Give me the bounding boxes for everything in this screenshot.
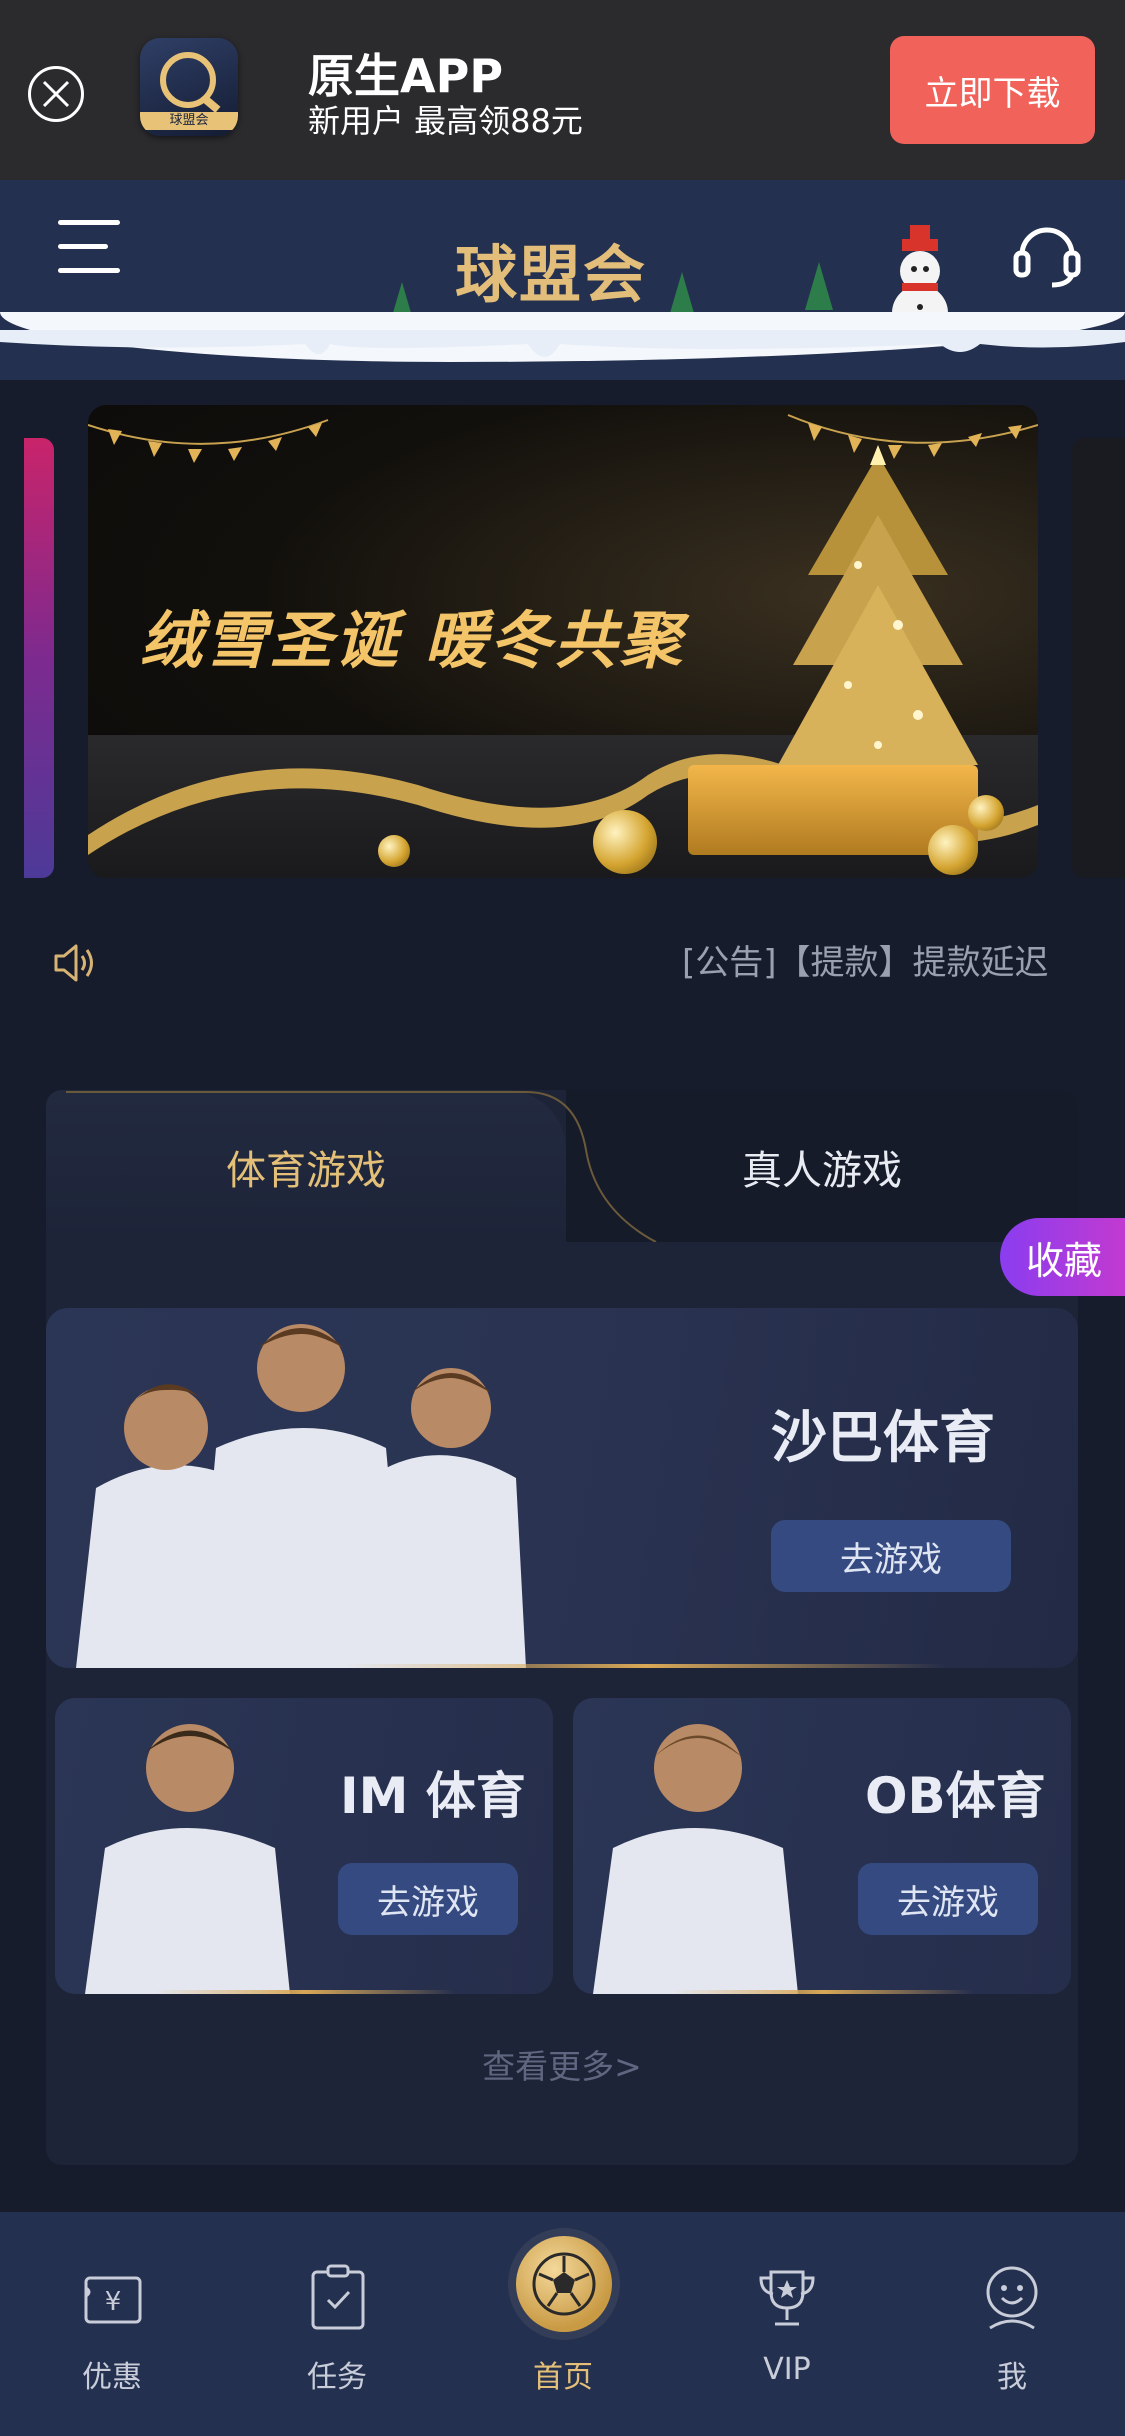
game-tabs: 体育游戏 真人游戏 bbox=[46, 1090, 1078, 1242]
tree-decoration-icon bbox=[805, 262, 833, 310]
play-button[interactable]: 去游戏 bbox=[338, 1863, 518, 1935]
player-image bbox=[593, 1724, 798, 1994]
coupon-icon: ¥ bbox=[84, 2276, 142, 2324]
clipboard-icon bbox=[311, 2264, 365, 2330]
nav-label: 任务 bbox=[307, 2360, 367, 2395]
app-download-banner: 球盟会 原生APP 新用户 最高领88元 立即下载 bbox=[0, 0, 1125, 180]
nav-label: 首页 bbox=[533, 2360, 593, 2395]
game-title: 沙巴体育 bbox=[771, 1406, 995, 1471]
game-title: IM 体育 bbox=[340, 1767, 526, 1825]
close-icon[interactable] bbox=[28, 66, 84, 122]
nav-label: 优惠 bbox=[82, 2360, 142, 2395]
favorite-button[interactable]: 收藏 bbox=[1000, 1218, 1125, 1296]
promo-headline: 绒雪圣诞 暖冬共聚 bbox=[140, 604, 685, 677]
svg-text:¥: ¥ bbox=[105, 2287, 122, 2317]
view-more-link[interactable]: 查看更多> bbox=[46, 2040, 1078, 2088]
app-logo-text: 球盟会 bbox=[140, 112, 238, 130]
carousel-next-slide[interactable] bbox=[1072, 438, 1125, 878]
smiley-icon bbox=[986, 2266, 1038, 2330]
play-button[interactable]: 去游戏 bbox=[771, 1520, 1011, 1592]
nav-label: 我 bbox=[997, 2360, 1027, 2395]
player-image bbox=[85, 1724, 290, 1994]
download-button[interactable]: 立即下载 bbox=[890, 36, 1095, 144]
soccer-ball-icon[interactable] bbox=[516, 2236, 612, 2332]
app-banner-subtitle: 新用户 最高领88元 bbox=[308, 102, 583, 140]
announcement-marquee[interactable]: [公告]【提款】提款延迟 bbox=[682, 935, 1082, 985]
tab-sports-label[interactable]: 体育游戏 bbox=[46, 1138, 566, 1196]
game-title: OB体育 bbox=[865, 1767, 1046, 1825]
speaker-icon bbox=[54, 944, 93, 982]
game-card-im-sports[interactable]: IM 体育 去游戏 bbox=[55, 1698, 553, 1994]
christmas-tree-icon bbox=[778, 445, 978, 765]
app-logo: 球盟会 bbox=[140, 38, 238, 136]
site-header: 球盟会 bbox=[0, 180, 1125, 380]
trophy-icon bbox=[759, 2270, 815, 2326]
headset-icon[interactable] bbox=[1010, 215, 1084, 289]
hamburger-icon[interactable] bbox=[58, 220, 120, 276]
promo-banner[interactable]: 绒雪圣诞 暖冬共聚 bbox=[88, 405, 1038, 878]
tab-live-label[interactable]: 真人游戏 bbox=[566, 1138, 1078, 1196]
game-card-ob-sports[interactable]: OB体育 去游戏 bbox=[573, 1698, 1071, 1994]
play-button[interactable]: 去游戏 bbox=[858, 1863, 1038, 1935]
game-card-saba-sports[interactable]: 沙巴体育 去游戏 bbox=[46, 1308, 1078, 1668]
players-image bbox=[76, 1324, 526, 1668]
nav-label: VIP bbox=[763, 2352, 811, 2387]
carousel-prev-slide[interactable] bbox=[24, 438, 54, 878]
site-logo: 球盟会 bbox=[455, 238, 648, 311]
